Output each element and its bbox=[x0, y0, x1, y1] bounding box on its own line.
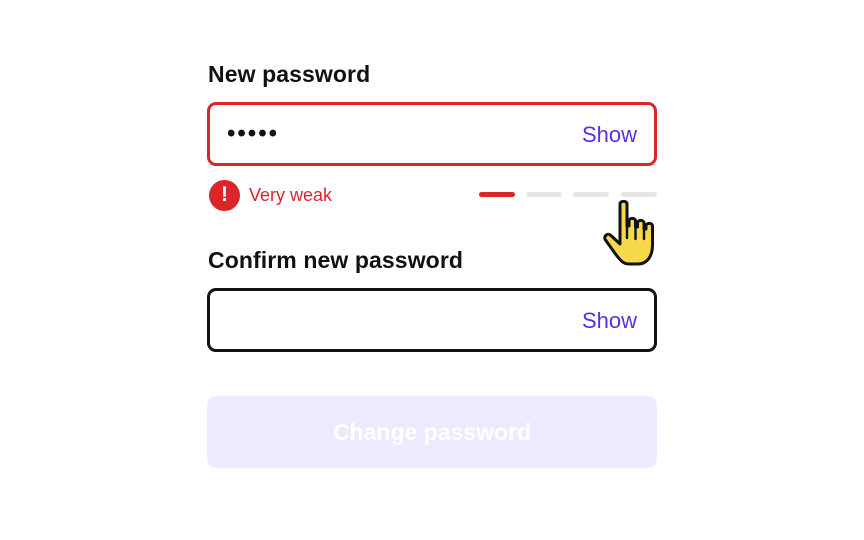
pointing-hand-cursor-icon bbox=[603, 199, 654, 266]
exclamation-circle-icon: ! bbox=[209, 179, 240, 211]
strength-segment bbox=[526, 192, 562, 197]
show-confirm-password-button[interactable]: Show bbox=[582, 308, 637, 334]
strength-segment bbox=[479, 192, 515, 197]
new-password-masked-value: ••••• bbox=[227, 120, 280, 147]
show-new-password-button[interactable]: Show bbox=[582, 122, 637, 148]
strength-segment bbox=[621, 192, 657, 197]
password-strength-message: ! Very weak bbox=[209, 179, 332, 211]
strength-segment bbox=[573, 192, 609, 197]
change-password-button[interactable]: Change password bbox=[207, 396, 657, 468]
new-password-label: New password bbox=[208, 61, 371, 87]
strength-error-text: Very weak bbox=[249, 184, 333, 205]
change-password-form: New password ••••• Show ! Very weak Conf… bbox=[0, 0, 864, 540]
confirm-password-field[interactable]: Show bbox=[207, 288, 657, 352]
new-password-field[interactable]: ••••• Show bbox=[207, 102, 657, 166]
password-strength-meter bbox=[479, 192, 657, 197]
confirm-password-label: Confirm new password bbox=[208, 247, 464, 273]
